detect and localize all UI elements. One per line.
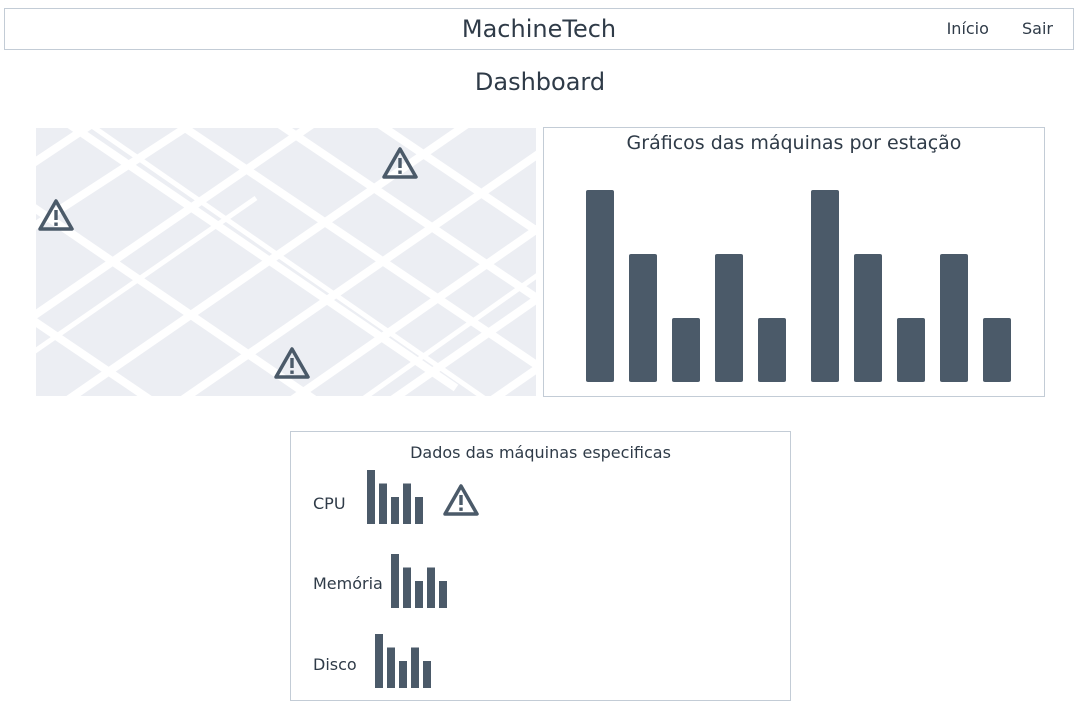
station-bar — [672, 318, 700, 382]
metric-label-memoria: Memória — [313, 574, 383, 593]
cpu-mini-bar — [415, 497, 423, 524]
memory-mini-chart[interactable] — [391, 552, 451, 608]
cpu-mini-bar — [391, 497, 399, 524]
top-navbar: MachineTech Início Sair — [4, 8, 1074, 50]
memory-mini-bar — [427, 567, 435, 608]
warning-triangle-icon[interactable] — [443, 483, 479, 517]
disk-mini-bar — [411, 647, 419, 688]
station-chart-panel: Gráficos das máquinas por estação — [543, 127, 1045, 397]
nav-link-sair[interactable]: Sair — [1022, 19, 1053, 38]
warning-triangle-icon[interactable] — [274, 346, 310, 380]
map-panel[interactable] — [36, 128, 536, 396]
cpu-mini-bar — [403, 483, 411, 524]
metric-label-disco: Disco — [313, 655, 357, 674]
machine-data-title: Dados das máquinas especificas — [410, 443, 671, 462]
metric-label-cpu: CPU — [313, 494, 346, 513]
disk-mini-bar — [399, 661, 407, 688]
warning-triangle-icon[interactable] — [382, 146, 418, 180]
nav-link-inicio[interactable]: Início — [947, 19, 989, 38]
disk-mini-bar — [387, 647, 395, 688]
disk-mini-bar — [423, 661, 431, 688]
memory-mini-bar — [403, 567, 411, 608]
station-bar — [897, 318, 925, 382]
brand-title[interactable]: MachineTech — [5, 9, 1073, 49]
station-bar — [715, 254, 743, 382]
memory-mini-bar — [391, 554, 399, 608]
nav-links: Início Sair — [919, 9, 1053, 49]
station-bar — [940, 254, 968, 382]
cpu-mini-chart[interactable] — [367, 468, 427, 524]
page-title: Dashboard — [474, 68, 606, 96]
memory-mini-bar — [415, 581, 423, 608]
station-bar — [854, 254, 882, 382]
cpu-mini-bar — [379, 483, 387, 524]
memory-mini-bar — [439, 581, 447, 608]
disk-mini-bar — [375, 634, 383, 688]
cpu-mini-bar — [367, 470, 375, 524]
station-bar — [629, 254, 657, 382]
machine-data-panel: Dados das máquinas especificas CPU Memór… — [290, 431, 791, 701]
station-bar — [811, 190, 839, 382]
station-bar-chart — [586, 190, 1011, 382]
station-bar — [758, 318, 786, 382]
station-bar — [983, 318, 1011, 382]
warning-triangle-icon[interactable] — [38, 198, 74, 232]
station-bar — [586, 190, 614, 382]
disk-mini-chart[interactable] — [375, 632, 435, 688]
